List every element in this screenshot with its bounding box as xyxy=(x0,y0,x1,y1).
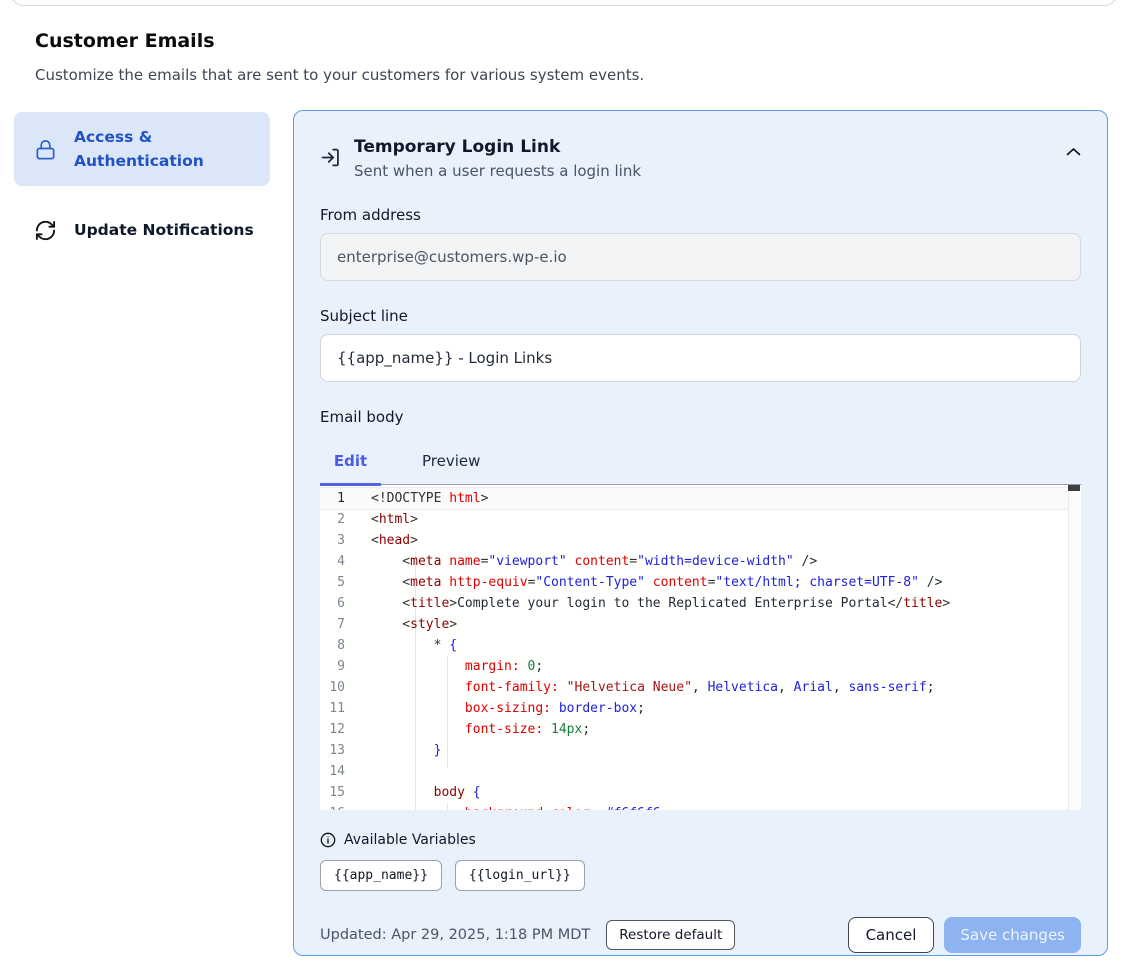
line-number: 8 xyxy=(320,635,358,656)
code-line[interactable]: 9 margin: 0; xyxy=(320,656,1068,677)
line-number: 6 xyxy=(320,593,358,614)
editor-scrollbar[interactable] xyxy=(1068,485,1081,810)
code-line[interactable]: 10 font-family: "Helvetica Neue", Helvet… xyxy=(320,677,1068,698)
email-body-tabs: Edit Preview xyxy=(320,450,1081,484)
panel-title: Temporary Login Link xyxy=(354,137,641,157)
email-body-label: Email body xyxy=(320,408,1081,426)
code-line[interactable]: 1<!DOCTYPE html> xyxy=(320,488,1068,509)
code-line[interactable]: 5 <meta http-equiv="Content-Type" conten… xyxy=(320,572,1068,593)
line-number: 13 xyxy=(320,740,358,761)
code-line[interactable]: 7 <style> xyxy=(320,614,1068,635)
available-variables-label: Available Variables xyxy=(344,832,476,848)
line-number: 9 xyxy=(320,656,358,677)
chevron-up-icon[interactable] xyxy=(1066,147,1081,157)
code-line[interactable]: 8 * { xyxy=(320,635,1068,656)
sidebar-item-access-authentication[interactable]: Access & Authentication xyxy=(14,112,270,186)
subject-line-label: Subject line xyxy=(320,307,1081,325)
sidebar-item-label: Access & Authentication xyxy=(74,125,260,173)
restore-default-button[interactable]: Restore default xyxy=(606,920,735,950)
line-number: 15 xyxy=(320,782,358,803)
line-number: 1 xyxy=(320,488,358,509)
tab-preview[interactable]: Preview xyxy=(408,450,494,472)
line-number: 14 xyxy=(320,761,358,782)
page-title: Customer Emails xyxy=(35,30,215,52)
page-description: Customize the emails that are sent to yo… xyxy=(35,66,644,84)
panel-subtitle: Sent when a user requests a login link xyxy=(354,162,641,180)
line-number: 16 xyxy=(320,803,358,810)
top-card-edge xyxy=(10,0,1118,6)
line-number: 12 xyxy=(320,719,358,740)
from-address-label: From address xyxy=(320,206,1081,224)
code-line[interactable]: 4 <meta name="viewport" content="width=d… xyxy=(320,551,1068,572)
login-icon xyxy=(320,147,341,168)
line-number: 7 xyxy=(320,614,358,635)
line-number: 3 xyxy=(320,530,358,551)
line-number: 2 xyxy=(320,509,358,530)
variable-chips: {{app_name}} {{login_url}} xyxy=(320,860,1081,891)
lock-icon xyxy=(34,138,58,161)
code-line[interactable]: 12 font-size: 14px; xyxy=(320,719,1068,740)
settings-sidebar: Access & Authentication Update Notificat… xyxy=(14,112,270,260)
code-line[interactable]: 6 <title>Complete your login to the Repl… xyxy=(320,593,1068,614)
line-number: 11 xyxy=(320,698,358,719)
email-body-code-editor[interactable]: 1<!DOCTYPE html>2<html>3<head>4 <meta na… xyxy=(320,484,1081,810)
code-line[interactable]: 3<head> xyxy=(320,530,1068,551)
sidebar-item-update-notifications[interactable]: Update Notifications xyxy=(14,200,270,260)
save-changes-button[interactable]: Save changes xyxy=(944,917,1081,953)
sidebar-item-label: Update Notifications xyxy=(74,218,254,242)
subject-line-field[interactable] xyxy=(320,334,1081,382)
code-line[interactable]: 11 box-sizing: border-box; xyxy=(320,698,1068,719)
updated-timestamp: Updated: Apr 29, 2025, 1:18 PM MDT xyxy=(320,927,590,943)
tab-edit[interactable]: Edit xyxy=(320,450,381,472)
line-number: 5 xyxy=(320,572,358,593)
code-line[interactable]: 13 } xyxy=(320,740,1068,761)
refresh-icon xyxy=(34,219,58,242)
code-line[interactable]: 14 xyxy=(320,761,1068,782)
code-line[interactable]: 16 background-color: #f6f6f6; xyxy=(320,803,1068,810)
panel-header: Temporary Login Link Sent when a user re… xyxy=(320,137,1081,180)
available-variables-header: Available Variables xyxy=(320,832,1081,848)
line-number: 4 xyxy=(320,551,358,572)
from-address-field[interactable] xyxy=(320,233,1081,281)
email-settings-panel: Temporary Login Link Sent when a user re… xyxy=(293,110,1108,956)
variable-chip-app-name[interactable]: {{app_name}} xyxy=(320,860,442,891)
code-line[interactable]: 15 body { xyxy=(320,782,1068,803)
editor-scrollbar-thumb[interactable] xyxy=(1068,485,1080,491)
cancel-button[interactable]: Cancel xyxy=(848,917,935,953)
variable-chip-login-url[interactable]: {{login_url}} xyxy=(455,860,585,891)
code-line[interactable]: 2<html> xyxy=(320,509,1068,530)
info-icon xyxy=(320,832,336,848)
panel-footer: Updated: Apr 29, 2025, 1:18 PM MDT Resto… xyxy=(320,917,1081,953)
code-lines: 1<!DOCTYPE html>2<html>3<head>4 <meta na… xyxy=(320,488,1068,810)
line-number: 10 xyxy=(320,677,358,698)
